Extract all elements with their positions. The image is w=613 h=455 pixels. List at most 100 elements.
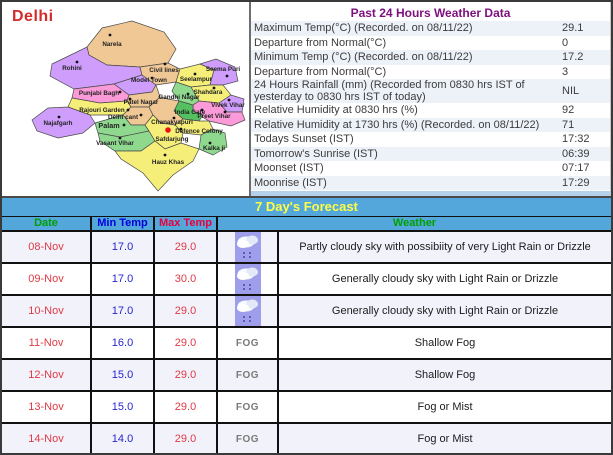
station-marker-red-dot xyxy=(165,127,171,133)
district-label: Gandhi Nagar xyxy=(158,94,200,101)
weather-data-label: 24 Hours Rainfall (mm) (Recorded from 08… xyxy=(254,79,562,103)
forecast-col-date: Date xyxy=(2,217,92,230)
district-marker-dot xyxy=(194,73,197,76)
forecast-min-temp: 16.0 xyxy=(92,328,155,358)
forecast-row: 14-Nov14.029.0FOGFog or Mist xyxy=(2,424,611,453)
weather-data-value: 17:32 xyxy=(562,133,610,145)
forecast-min-temp: 17.0 xyxy=(92,296,155,326)
district-label: Punjabi Bagh xyxy=(79,90,119,97)
district-label: Patel Nagar xyxy=(124,99,159,106)
district-marker-dot xyxy=(164,63,167,66)
district-label: Rajouri Garden xyxy=(79,107,125,114)
weather-data-row: Relative Humidity at 0830 hrs (%)92 xyxy=(251,103,610,118)
district-label: Model Town xyxy=(131,77,167,84)
district-label: Vasant Vihar xyxy=(96,140,134,147)
weather-data-value: 06:39 xyxy=(562,148,610,160)
district-marker-dot xyxy=(140,114,143,117)
fog-label: FOG xyxy=(218,392,279,422)
weather-data-row: Minimum Temp (°C) (Recorded. on 08/11/22… xyxy=(251,50,610,65)
forecast-row: 12-Nov15.029.0FOGShallow Fog xyxy=(2,360,611,392)
weather-data-label: Moonset (IST) xyxy=(254,162,562,174)
forecast-date: 09-Nov xyxy=(2,264,92,294)
past24-table: Past 24 Hours Weather Data Maximum Temp(… xyxy=(249,2,611,196)
forecast-date: 13-Nov xyxy=(2,392,92,422)
weather-data-row: Tomorrow's Sunrise (IST)06:39 xyxy=(251,147,610,162)
page-title: Delhi xyxy=(12,8,54,26)
forecast-col-weather: Weather xyxy=(218,217,611,230)
district-marker-dot xyxy=(164,154,167,157)
past24-rows: Maximum Temp(°C) (Recorded. on 08/11/22)… xyxy=(251,21,610,191)
weather-data-label: Relative Humidity at 0830 hrs (%) xyxy=(254,104,562,116)
weather-data-row: Moonrise (IST)17:29 xyxy=(251,176,610,191)
weather-data-value: 92 xyxy=(562,104,610,116)
rain-cloud-icon xyxy=(235,232,261,262)
forecast-weather-text: Partly cloudy sky with possibiity of ver… xyxy=(279,232,611,262)
forecast-max-temp: 29.0 xyxy=(155,392,218,422)
forecast-min-temp: 17.0 xyxy=(92,232,155,262)
forecast-max-temp: 29.0 xyxy=(155,328,218,358)
forecast-weather-text: Shallow Fog xyxy=(279,360,611,390)
forecast-max-temp: 30.0 xyxy=(155,264,218,294)
district-label: Najafgarh xyxy=(43,120,72,127)
delhi-map-panel: NarelaRohiniCivil linesModel TownSeelamp… xyxy=(2,2,249,196)
forecast-title: 7 Day's Forecast xyxy=(2,198,611,217)
district-marker-dot xyxy=(109,34,112,37)
weather-data-label: Maximum Temp(°C) (Recorded. on 08/11/22) xyxy=(254,22,562,34)
forecast-date: 14-Nov xyxy=(2,424,92,453)
weather-data-label: Todays Sunset (IST) xyxy=(254,133,562,145)
forecast-col-min-temp: Min Temp xyxy=(92,217,155,230)
forecast-max-temp: 29.0 xyxy=(155,424,218,453)
rain-cloud-icon xyxy=(235,264,261,294)
fog-label: FOG xyxy=(218,360,279,390)
forecast-row: 13-Nov15.029.0FOGFog or Mist xyxy=(2,392,611,424)
district-marker-dot xyxy=(123,124,126,127)
district-label: Kalka ji xyxy=(203,145,225,152)
weather-data-row: Moonset (IST)07:17 xyxy=(251,161,610,176)
forecast-row: 11-Nov16.029.0FOGShallow Fog xyxy=(2,328,611,360)
weather-data-row: Departure from Normal(°C)0 xyxy=(251,36,610,51)
weather-data-value: 0 xyxy=(562,37,610,49)
district-label: Narela xyxy=(102,41,122,48)
weather-data-row: Departure from Normal(°C)3 xyxy=(251,65,610,80)
forecast-max-temp: 29.0 xyxy=(155,360,218,390)
forecast-row: 08-Nov17.029.0Partly cloudy sky with pos… xyxy=(2,232,611,264)
forecast-min-temp: 15.0 xyxy=(92,392,155,422)
forecast-rows: 08-Nov17.029.0Partly cloudy sky with pos… xyxy=(2,232,611,453)
forecast-date: 10-Nov xyxy=(2,296,92,326)
weather-data-value: 3 xyxy=(562,66,610,78)
forecast-max-temp: 29.0 xyxy=(155,232,218,262)
district-label: India Gate xyxy=(175,109,206,116)
district-label: Palam xyxy=(98,121,119,130)
forecast-col-max-temp: Max Temp xyxy=(155,217,218,230)
district-label: Chanakyapuri xyxy=(151,119,193,126)
fog-label: FOG xyxy=(218,424,279,453)
district-label: Rohini xyxy=(62,65,82,72)
weather-data-value: 17:29 xyxy=(562,177,610,189)
top-section: NarelaRohiniCivil linesModel TownSeelamp… xyxy=(2,2,611,196)
district-marker-dot xyxy=(76,61,79,64)
forecast-header-row: Date Min Temp Max Temp Weather xyxy=(2,217,611,232)
weather-data-value: NIL xyxy=(562,85,610,97)
district-marker-dot xyxy=(127,109,130,112)
district-label: Hauz Khas xyxy=(152,159,185,166)
district-label: Civil lines xyxy=(149,67,179,74)
weather-data-row: Todays Sunset (IST)17:32 xyxy=(251,132,610,147)
district-label: Defence Colony xyxy=(175,128,223,135)
district-marker-dot xyxy=(228,99,231,102)
weather-data-label: Departure from Normal(°C) xyxy=(254,66,562,78)
forecast-weather-text: Fog or Mist xyxy=(279,424,611,453)
forecast-row: 10-Nov17.029.0Generally cloudy sky with … xyxy=(2,296,611,328)
weather-data-value: 07:17 xyxy=(562,162,610,174)
district-label: Safdarjung xyxy=(156,136,189,143)
weather-data-row: Relative Humidity at 1730 hrs (%) (Recor… xyxy=(251,118,610,133)
forecast-date: 11-Nov xyxy=(2,328,92,358)
forecast-weather-text: Generally cloudy sky with Light Rain or … xyxy=(279,296,611,326)
weather-data-label: Departure from Normal(°C) xyxy=(254,37,562,49)
forecast-section: 7 Day's Forecast Date Min Temp Max Temp … xyxy=(2,196,611,453)
forecast-min-temp: 17.0 xyxy=(92,264,155,294)
district-marker-dot xyxy=(226,75,229,78)
weather-data-row: 24 Hours Rainfall (mm) (Recorded from 08… xyxy=(251,79,610,103)
rain-icon-cell xyxy=(218,232,279,262)
rain-cloud-icon xyxy=(235,296,261,326)
weather-data-value: 17.2 xyxy=(562,51,610,63)
